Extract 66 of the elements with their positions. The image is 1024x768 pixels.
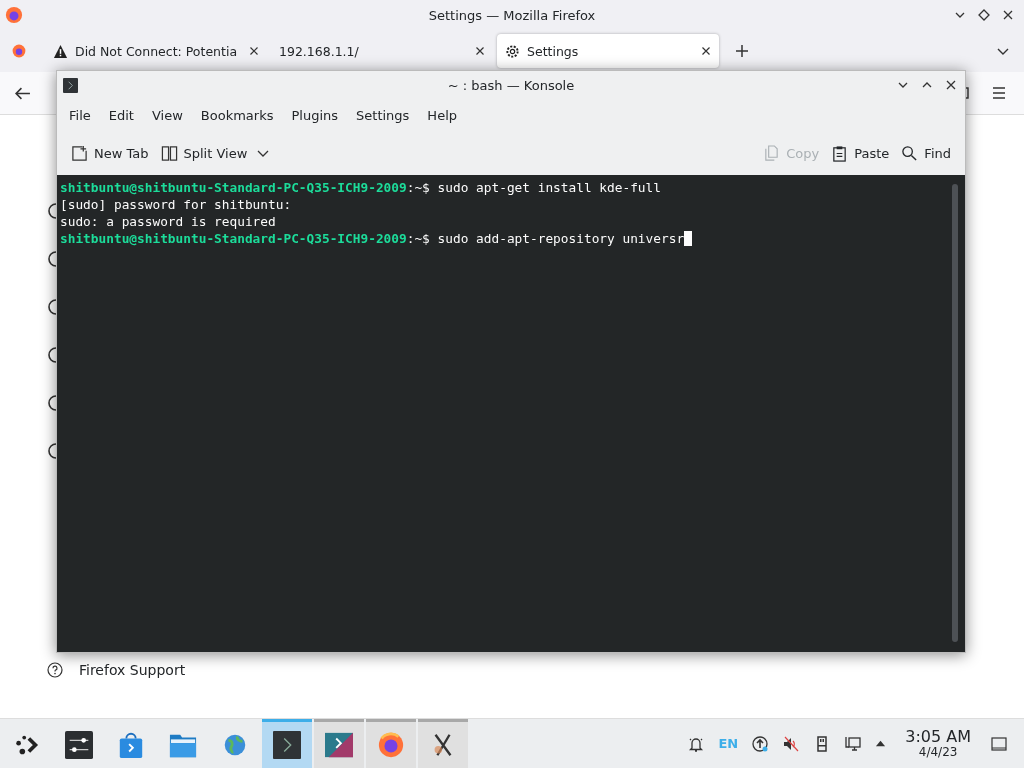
- browser-tab[interactable]: Settings: [497, 34, 719, 68]
- gear-icon: [505, 43, 520, 59]
- sidebar-icon[interactable]: [46, 297, 56, 317]
- prompt-path: :~$: [406, 180, 430, 195]
- clock-time[interactable]: 3:05 AM: [905, 728, 971, 746]
- warning-icon: [53, 43, 68, 59]
- taskbar-app[interactable]: [418, 719, 468, 768]
- firefox-logo-icon: [377, 731, 405, 759]
- new-tab-icon: [71, 144, 88, 162]
- close-icon[interactable]: [1002, 9, 1014, 21]
- new-tab-icon[interactable]: [735, 44, 749, 58]
- shopping-bag-icon: [117, 731, 145, 759]
- muted-speaker-icon[interactable]: [782, 734, 801, 753]
- sidebar-icon[interactable]: [46, 201, 56, 221]
- menu-item[interactable]: Settings: [347, 107, 419, 123]
- close-tab-icon[interactable]: [701, 46, 711, 56]
- firefox-view-icon[interactable]: [11, 43, 27, 59]
- browser-tab[interactable]: Did Not Connect: Potentia: [45, 34, 267, 68]
- copy-icon: [763, 144, 781, 162]
- close-icon[interactable]: [945, 79, 957, 91]
- command-text: sudo apt-get install kde-full: [437, 180, 661, 195]
- sliders-icon: [65, 731, 93, 759]
- app-icon: [325, 731, 353, 759]
- prompt-user: shitbuntu@shitbuntu-Standard-PC-Q35-ICH9-2009: [60, 231, 407, 246]
- clipboard-icon: [831, 144, 849, 162]
- clock-date[interactable]: 4/4/23: [918, 745, 958, 759]
- menu-item[interactable]: View: [142, 107, 192, 123]
- taskbar-app[interactable]: [262, 719, 312, 768]
- prompt-path: :~$: [406, 231, 430, 246]
- sidebar-icon[interactable]: [46, 393, 56, 413]
- expand-tray-icon[interactable]: [875, 738, 887, 749]
- output-text: [sudo] password for shitbuntu:: [60, 197, 292, 212]
- menu-item[interactable]: Help: [418, 107, 466, 123]
- menu-item[interactable]: File: [60, 107, 100, 123]
- show-desktop-icon[interactable]: [990, 734, 1008, 753]
- window-title: Settings — Mozilla Firefox: [428, 7, 596, 23]
- sidebar-icon[interactable]: [46, 345, 56, 365]
- prompt-user: shitbuntu@shitbuntu-Standard-PC-Q35-ICH9-2009: [60, 180, 407, 195]
- split-view-icon: [160, 144, 178, 162]
- toolbar-button[interactable]: Find: [895, 140, 957, 166]
- command-text: sudo add-apt-repository universr: [437, 231, 685, 246]
- browser-tab[interactable]: 192.168.1.1/: [271, 34, 493, 68]
- firefox-logo-icon: [5, 6, 23, 24]
- update-icon[interactable]: [751, 734, 770, 753]
- menu-item[interactable]: Edit: [99, 107, 143, 123]
- toolbar-button[interactable]: Paste: [825, 140, 896, 166]
- sidebar-icon[interactable]: [46, 249, 56, 269]
- menu-item[interactable]: Bookmarks: [191, 107, 283, 123]
- menu-icon[interactable]: [991, 85, 1007, 101]
- toolbar-button[interactable]: Split View: [154, 140, 276, 166]
- help-icon: [47, 662, 63, 678]
- terminal-app-icon: [63, 77, 78, 93]
- toolbar-button[interactable]: New Tab: [65, 140, 155, 166]
- window-title: ~ : bash — Konsole: [447, 77, 575, 93]
- terminal-icon: [273, 731, 301, 759]
- search-icon: [901, 144, 919, 162]
- maximize-icon[interactable]: [978, 9, 990, 21]
- scrollbar[interactable]: [952, 184, 958, 642]
- sidebar-icon[interactable]: [46, 441, 56, 461]
- output-text: sudo: a password is required: [60, 214, 276, 229]
- support-link[interactable]: Firefox Support: [79, 662, 186, 678]
- close-tab-icon[interactable]: [475, 46, 485, 56]
- menu-item[interactable]: Plugins: [282, 107, 348, 123]
- network-icon[interactable]: [844, 734, 863, 753]
- extension-icon[interactable]: [966, 85, 972, 101]
- close-tab-icon[interactable]: [249, 46, 259, 56]
